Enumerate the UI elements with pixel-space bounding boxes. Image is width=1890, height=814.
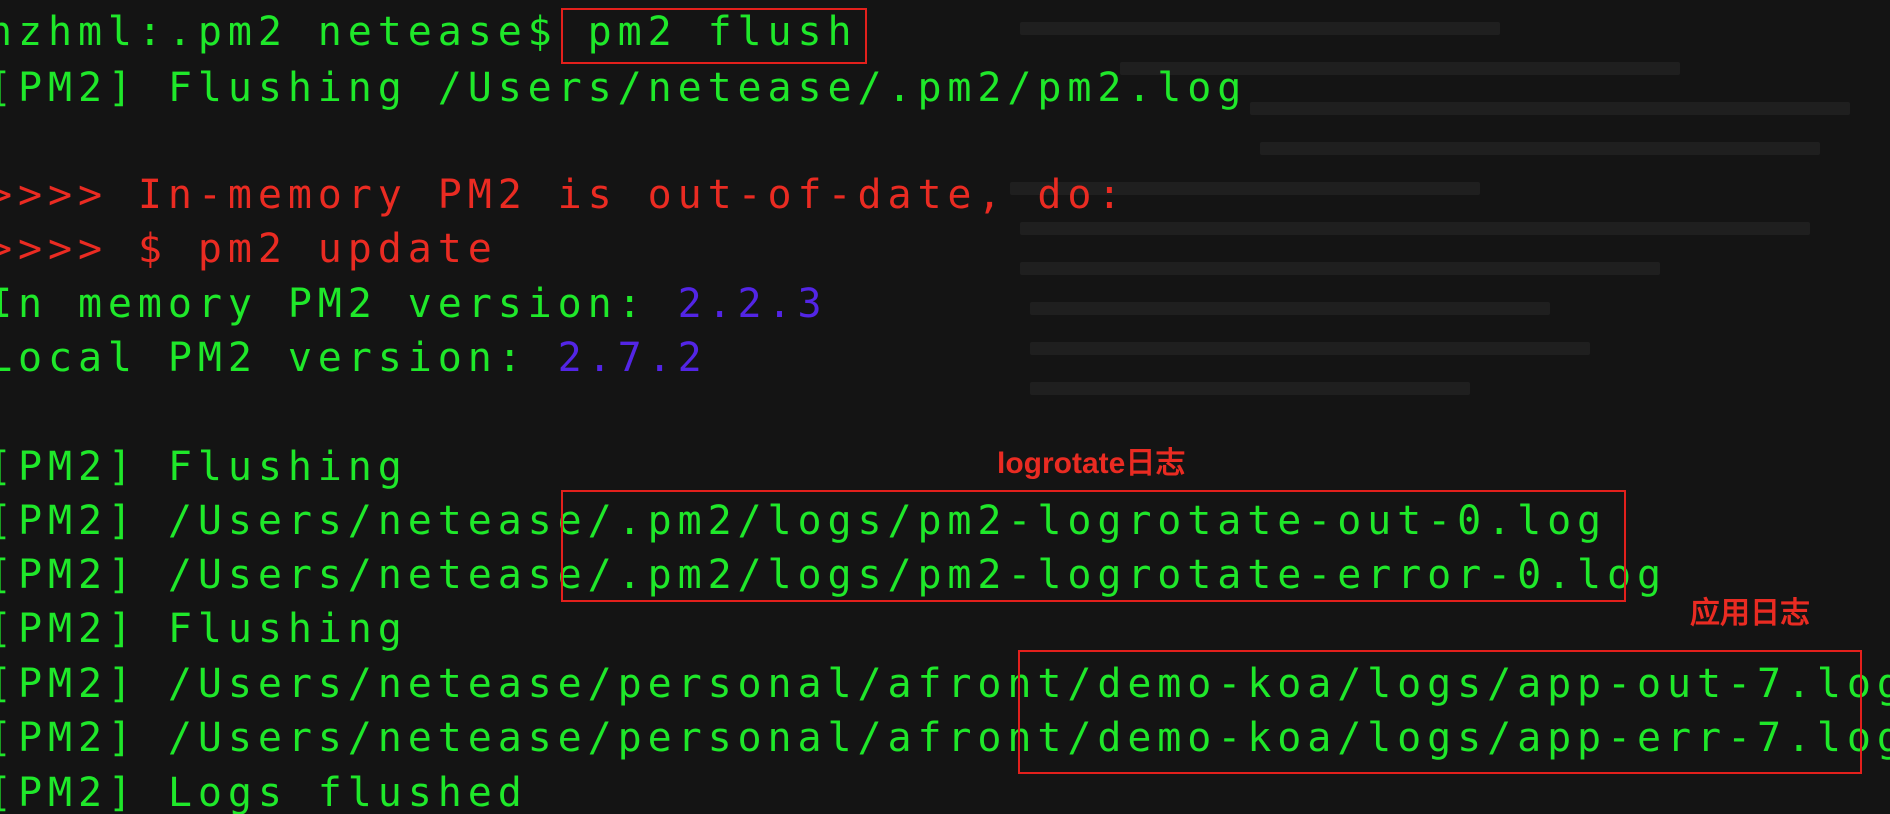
background-ghost-text bbox=[1030, 302, 1550, 315]
background-ghost-text bbox=[1020, 222, 1810, 235]
output-line-flushing-main: [PM2] Flushing /Users/netease/.pm2/pm2.l… bbox=[0, 65, 1248, 111]
background-ghost-text bbox=[1030, 382, 1470, 395]
background-ghost-text bbox=[1030, 342, 1590, 355]
logrotate-out-prefix: [PM2] /Users/netease bbox=[0, 498, 588, 544]
command-highlight-box bbox=[561, 8, 867, 64]
logrotate-err-prefix: [PM2] /Users/netease bbox=[0, 552, 588, 598]
warning-line-outdated: >>>> In-memory PM2 is out-of-date, do: bbox=[0, 172, 1128, 218]
app-log-highlight-box bbox=[1018, 650, 1862, 774]
in-memory-version-value: 2.2.3 bbox=[677, 281, 828, 327]
in-memory-version-label: In memory PM2 version: bbox=[0, 281, 678, 327]
warning-line-update: >>>> $ pm2 update bbox=[0, 226, 498, 272]
terminal-window: nzhml:.pm2 netease$ pm2 flush [PM2] Flus… bbox=[0, 0, 1890, 814]
local-version-label: Local PM2 version: bbox=[0, 335, 558, 381]
output-line-local-version: Local PM2 version: 2.7.2 bbox=[0, 331, 708, 385]
shell-prompt: nzhml:.pm2 netease$ bbox=[0, 9, 588, 55]
output-line-flushing-2: [PM2] Flushing bbox=[0, 606, 408, 652]
app-log-label: 应用日志 bbox=[1690, 597, 1810, 630]
output-line-flushing-1: [PM2] Flushing bbox=[0, 444, 408, 490]
local-version-value: 2.7.2 bbox=[557, 335, 708, 381]
app-out-prefix: [PM2] /Users/netease/personal/afron bbox=[0, 661, 1038, 707]
output-line-in-memory-version: In memory PM2 version: 2.2.3 bbox=[0, 277, 828, 331]
background-ghost-text bbox=[1250, 102, 1850, 115]
logrotate-log-label: logrotate日志 bbox=[997, 447, 1186, 480]
logrotate-highlight-box bbox=[561, 490, 1626, 602]
background-ghost-text bbox=[1260, 142, 1820, 155]
background-ghost-text bbox=[1020, 262, 1660, 275]
output-line-logs-flushed: [PM2] Logs flushed bbox=[0, 770, 528, 814]
background-ghost-text bbox=[1020, 22, 1500, 35]
app-err-prefix: [PM2] /Users/netease/personal/afron bbox=[0, 715, 1038, 761]
